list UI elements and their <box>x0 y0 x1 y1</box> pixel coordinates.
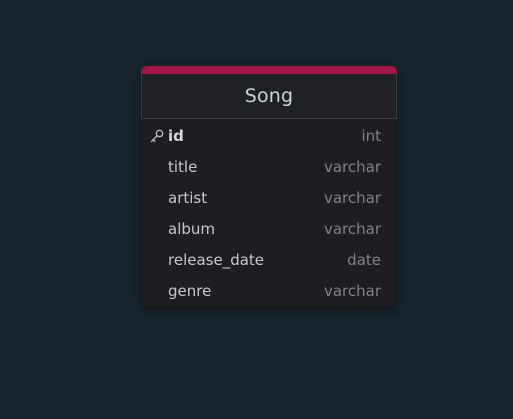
column-name: title <box>168 157 198 176</box>
table-accent-bar <box>141 66 397 74</box>
column-row-album[interactable]: album varchar <box>141 213 397 244</box>
column-row-release-date[interactable]: release_date date <box>141 244 397 275</box>
column-type: varchar <box>323 219 381 238</box>
key-icon <box>149 128 165 144</box>
column-row-title[interactable]: title varchar <box>141 151 397 182</box>
column-name: album <box>168 219 215 238</box>
column-row-id[interactable]: id int <box>141 120 397 151</box>
column-name: release_date <box>168 250 265 269</box>
diagram-canvas[interactable]: Song id int title varchar artist varchar… <box>0 0 513 419</box>
column-row-genre[interactable]: genre varchar <box>141 275 397 306</box>
column-type: date <box>347 250 381 269</box>
column-name: id <box>168 126 184 145</box>
column-row-artist[interactable]: artist varchar <box>141 182 397 213</box>
column-list: id int title varchar artist varchar albu… <box>141 119 397 306</box>
column-type: int <box>361 126 381 145</box>
column-type: varchar <box>323 188 381 207</box>
table-title: Song <box>244 85 294 107</box>
column-name: genre <box>168 281 212 300</box>
column-type: varchar <box>323 281 381 300</box>
column-name: artist <box>168 188 208 207</box>
song-table-node[interactable]: Song id int title varchar artist varchar… <box>141 66 397 307</box>
column-type: varchar <box>323 157 381 176</box>
table-header[interactable]: Song <box>141 74 397 119</box>
